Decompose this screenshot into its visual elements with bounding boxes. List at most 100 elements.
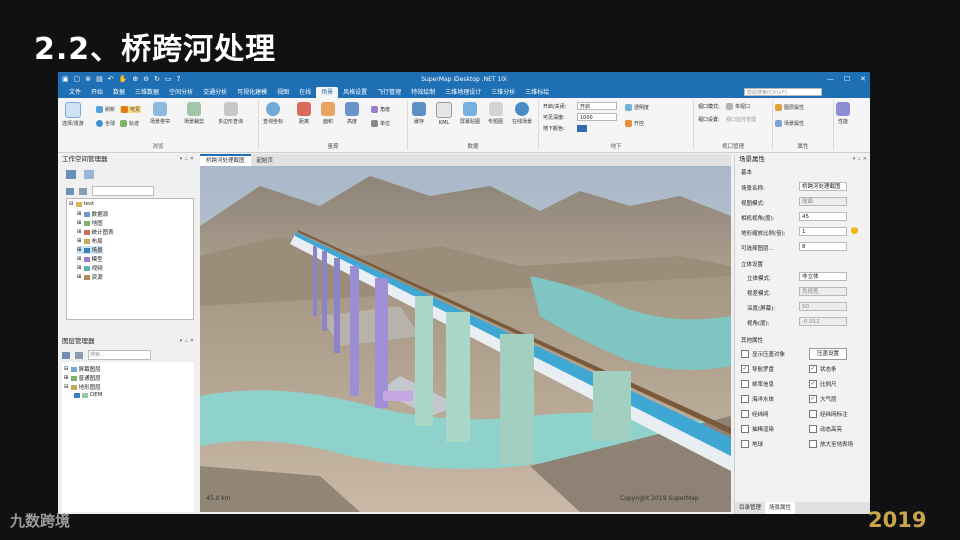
menu-tab-scene[interactable]: 场景	[316, 87, 339, 98]
menu-tab-3d-plot[interactable]: 三维标绘	[520, 87, 554, 98]
scene-viewport[interactable]: Copyright 2019 SuperMap 45.0 km	[200, 166, 731, 512]
polygon-query-button[interactable]: 多边形查询	[218, 102, 243, 125]
maximize-icon[interactable]: ☐	[844, 72, 850, 86]
tree-node-layout[interactable]: ⊞ 布局	[77, 237, 103, 245]
zoom-out-icon[interactable]: ⊖	[143, 75, 149, 83]
unit-button[interactable]: 单位	[371, 120, 390, 127]
help-icon[interactable]: ?	[177, 75, 181, 83]
checkbox-thinning[interactable]: 抽稀渲染	[741, 425, 774, 433]
selectable-layer-input[interactable]: 8	[799, 242, 847, 251]
online-scene-button[interactable]: 在线场景	[512, 102, 532, 125]
refresh-icon[interactable]: ↻	[154, 75, 160, 83]
scene-split-button[interactable]: 场景裁剪	[184, 102, 204, 125]
tree-filter-input[interactable]	[92, 186, 154, 196]
screen-layer-button[interactable]: 屏幕贴图	[460, 102, 480, 125]
minimize-icon[interactable]: —	[827, 72, 834, 86]
area-button[interactable]: 面积	[321, 102, 335, 125]
info-icon[interactable]: !	[851, 227, 858, 234]
new-icon[interactable]: ▢	[74, 75, 81, 83]
open-control-button[interactable]: 开控	[625, 120, 644, 127]
menu-tab-data[interactable]: 数据	[108, 87, 130, 98]
parallax-mode-select[interactable]: 负视差	[799, 287, 847, 296]
checkbox-atmosphere[interactable]: 大气层	[809, 395, 837, 403]
undo-icon[interactable]: ↶	[108, 75, 114, 83]
layer-view-icon[interactable]	[62, 351, 70, 359]
folder-icon[interactable]: ▭	[165, 75, 172, 83]
checkbox-graticule-label[interactable]: 经纬网标注	[809, 410, 848, 418]
select-browse-button[interactable]: 选择/漫游	[62, 102, 84, 127]
pan-icon[interactable]: ✋	[119, 75, 128, 83]
terrain-scale-input[interactable]: 1	[799, 227, 847, 236]
kml-button[interactable]: KML	[436, 102, 452, 126]
panel-pin-icon[interactable]: ▾ ⊥ ✕	[180, 154, 198, 165]
checkbox-status-bar[interactable]: 状态条	[809, 365, 837, 373]
angle-input[interactable]: -0.012	[799, 317, 847, 326]
checkbox-dynamic-highlight[interactable]: 动态高亮	[809, 425, 842, 433]
angle-button[interactable]: 角度	[371, 106, 390, 113]
single-viewport-button[interactable]: 单视口	[726, 103, 750, 110]
layer-search-input[interactable]: 搜索...	[88, 350, 151, 360]
checkbox-graticule[interactable]: 经纬网	[741, 410, 769, 418]
layer-search-icon[interactable]	[75, 351, 83, 359]
zoom-in-icon[interactable]: ⊕	[132, 75, 138, 83]
tab-start-page[interactable]: 起始页	[251, 156, 280, 166]
distance-button[interactable]: 距离	[297, 102, 311, 125]
underground-select[interactable]: 开启	[577, 102, 617, 110]
checkbox-fps[interactable]: 帧率信息	[741, 380, 774, 388]
query-coord-button[interactable]: 查询坐标	[263, 102, 283, 125]
scene-roll-button[interactable]: 场景卷帘	[150, 102, 170, 125]
special-layer-button[interactable]: 专题图	[488, 102, 503, 125]
menu-tab-3d-design[interactable]: 三维地理设计	[440, 87, 486, 98]
layer-panel-pin-icon[interactable]: ▾ ⊥ ✕	[180, 336, 198, 347]
visible-button[interactable]: 可见	[120, 106, 142, 113]
transparency-button[interactable]: 透明度	[625, 104, 649, 111]
tree-search-icon[interactable]	[79, 187, 87, 195]
checkbox-show-overlap[interactable]: 显示压盖对象	[741, 350, 785, 358]
overlap-settings-button[interactable]: 压盖设置	[809, 348, 847, 360]
checkbox-scale-bar[interactable]: 比例尺	[809, 380, 837, 388]
checkbox-compass[interactable]: 导航罗盘	[741, 365, 774, 373]
height-button[interactable]: 高度	[345, 102, 359, 125]
scene-name-input[interactable]: 桥跨河处理截图	[799, 182, 847, 191]
cache-button[interactable]: 缓存	[412, 102, 426, 125]
layer-attr-button[interactable]: 图层属性	[775, 104, 804, 111]
tree-node-resource[interactable]: ⊞ 资源	[77, 273, 103, 281]
props-pin-icon[interactable]: ▾ ⊥ ✕	[853, 154, 870, 165]
tree-node-map[interactable]: ⊞ 地图	[77, 219, 103, 227]
checkbox-earth[interactable]: 地球	[741, 440, 763, 448]
tree-view-icon[interactable]	[66, 187, 74, 195]
view-mode-input[interactable]: 球面	[799, 197, 847, 206]
tree-node-screen-layer[interactable]: ⊟ 屏幕图层	[64, 365, 101, 373]
tree-node-normal-layer[interactable]: ⊞ 普通图层	[64, 374, 101, 382]
menu-tab-traffic-analysis[interactable]: 交通分析	[198, 87, 232, 98]
workspace-save-icon[interactable]	[84, 170, 94, 179]
tree-node-video[interactable]: ⊞ 视频	[77, 264, 103, 272]
workspace-open-icon[interactable]	[66, 170, 76, 179]
tree-node-dem[interactable]: DEM	[74, 392, 102, 398]
menu-tab-effects[interactable]: 特效绘制	[406, 87, 440, 98]
menu-tab-spatial-analysis[interactable]: 空间分析	[164, 87, 198, 98]
camera-angle-input[interactable]: 45	[799, 212, 847, 221]
menu-tab-file[interactable]: 文件	[64, 87, 86, 98]
full-globe-button[interactable]: 全球	[96, 120, 115, 127]
tab-bridge-scene[interactable]: 桥跨河处理截图	[200, 154, 251, 166]
tab-catalog[interactable]: 目录管理	[735, 502, 765, 514]
close-doc-icon[interactable]: ⊗	[85, 75, 91, 83]
menu-tab-start[interactable]: 开始	[86, 87, 108, 98]
menu-tab-online[interactable]: 在线	[294, 87, 316, 98]
performance-button[interactable]: 性能	[836, 102, 850, 125]
close-icon[interactable]: ✕	[860, 72, 866, 86]
tree-node-chart[interactable]: ⊞ 统计图表	[77, 228, 114, 236]
stereo-mode-select[interactable]: 非立体	[799, 272, 847, 281]
scene-props-button[interactable]: 场景属性	[775, 120, 804, 127]
help-search-input[interactable]: 帮助搜索(Ctrl+F)	[744, 88, 822, 96]
tab-scene-props[interactable]: 场景属性	[765, 502, 796, 514]
tree-node-scene[interactable]: ⊞ 场景	[77, 246, 103, 254]
tree-node-workspace[interactable]: ⊟ test	[69, 201, 94, 207]
menu-tab-style[interactable]: 风格设置	[338, 87, 372, 98]
menu-tab-view[interactable]: 视图	[272, 87, 294, 98]
tree-node-model[interactable]: ⊞ 模型	[77, 255, 103, 263]
refresh-button[interactable]: 刷新	[96, 106, 115, 113]
menu-tab-3d-data[interactable]: 三维数据	[130, 87, 164, 98]
save-icon[interactable]: ▤	[96, 75, 103, 83]
